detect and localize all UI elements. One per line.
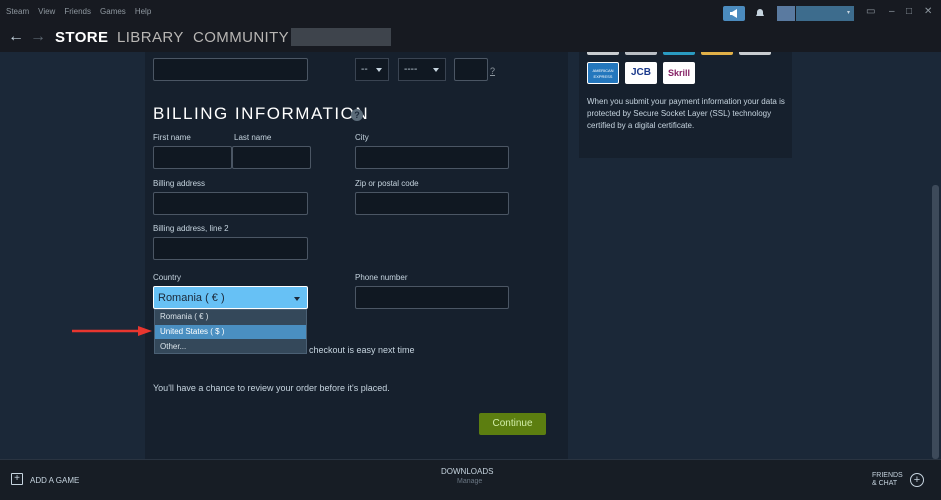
announcement-button[interactable]: [723, 6, 745, 21]
account-menu[interactable]: ▾: [796, 6, 854, 21]
city-input[interactable]: [355, 146, 509, 169]
country-dropdown: Romania ( € ) United States ( $ ) Other.…: [154, 309, 307, 354]
zip-label: Zip or postal code: [355, 179, 419, 188]
city-label: City: [355, 133, 369, 142]
add-game-icon[interactable]: +: [11, 473, 23, 485]
chevron-down-icon: [433, 68, 439, 72]
card-icon: [587, 52, 619, 55]
zip-input[interactable]: [355, 192, 509, 215]
expiry-year-select[interactable]: ----: [398, 58, 446, 81]
chat-label: & CHAT: [872, 480, 898, 487]
notification-button[interactable]: [754, 6, 768, 21]
add-game-button[interactable]: ADD A GAME: [30, 476, 79, 485]
security-code-input[interactable]: [454, 58, 488, 81]
card-icon: [663, 52, 695, 55]
chevron-down-icon: ▾: [846, 10, 850, 16]
chevron-down-icon: [294, 297, 300, 301]
phone-label: Phone number: [355, 273, 408, 282]
menu-games[interactable]: Games: [100, 7, 126, 16]
last-name-label: Last name: [234, 133, 272, 142]
friends-chat-button[interactable]: FRIENDS & CHAT: [872, 472, 903, 488]
billing-heading: BILLING INFORMATION: [153, 104, 370, 123]
phone-input[interactable]: [355, 286, 509, 309]
forward-arrow-icon[interactable]: →: [30, 28, 46, 46]
avatar[interactable]: [777, 6, 795, 21]
minimize-button[interactable]: –: [889, 6, 895, 17]
nav-library[interactable]: LIBRARY: [117, 29, 184, 46]
menu-bar: Steam View Friends Games Help: [6, 7, 151, 16]
expiry-month-value: --: [361, 64, 368, 75]
save-payment-text: checkout is easy next time: [309, 345, 415, 355]
country-select-value: Romania ( € ): [158, 292, 225, 304]
card-icon: [739, 52, 771, 55]
country-option-united-states[interactable]: United States ( $ ): [155, 325, 306, 339]
nav-store[interactable]: STORE: [55, 29, 108, 46]
screenshot-icon[interactable]: ▭: [866, 6, 875, 17]
menu-help[interactable]: Help: [135, 7, 151, 16]
nav-bar: ← → STORE LIBRARY COMMUNITY: [0, 23, 941, 52]
friends-add-icon[interactable]: +: [910, 473, 924, 487]
maximize-button[interactable]: □: [906, 6, 912, 17]
country-option-other[interactable]: Other...: [155, 340, 306, 354]
downloads-button[interactable]: DOWNLOADS: [441, 467, 493, 476]
menu-view[interactable]: View: [38, 7, 55, 16]
menu-friends[interactable]: Friends: [64, 7, 91, 16]
menu-steam[interactable]: Steam: [6, 7, 29, 16]
card-icon: [701, 52, 733, 55]
red-arrow-icon: [72, 326, 152, 336]
card-number-input[interactable]: [153, 58, 308, 81]
notification-icon: [756, 9, 764, 16]
expiry-month-select[interactable]: --: [355, 58, 389, 81]
ssl-info-text: When you submit your payment information…: [587, 97, 785, 130]
country-select[interactable]: Romania ( € ): [153, 286, 308, 309]
megaphone-icon: [730, 9, 737, 18]
help-icon[interactable]: ?: [351, 109, 363, 121]
title-bar: Steam View Friends Games Help ▾ ▭ – □ ✕: [0, 0, 941, 23]
billing-address-input[interactable]: [153, 192, 308, 215]
friends-label: FRIENDS: [872, 472, 903, 479]
security-code-help-link[interactable]: ?: [490, 66, 495, 76]
first-name-label: First name: [153, 133, 191, 142]
expiry-year-value: ----: [404, 64, 418, 75]
country-label: Country: [153, 273, 182, 282]
billing-address2-label: Billing address, line 2: [153, 224, 229, 233]
scrollbar-thumb[interactable]: [932, 185, 939, 459]
country-option-romania[interactable]: Romania ( € ): [155, 310, 306, 324]
close-button[interactable]: ✕: [924, 6, 932, 17]
last-name-input[interactable]: [232, 146, 311, 169]
jcb-icon: JCB: [625, 62, 657, 84]
nav-community[interactable]: COMMUNITY: [193, 29, 289, 46]
billing-address-label: Billing address: [153, 179, 206, 188]
amex-icon: AMERICAN EXPRESS: [587, 62, 619, 84]
continue-button[interactable]: Continue: [479, 413, 546, 435]
downloads-manage-label: Manage: [457, 478, 483, 485]
chevron-down-icon: [376, 68, 382, 72]
skrill-icon: Skrill: [663, 62, 695, 84]
card-icon: [625, 52, 657, 55]
billing-address2-input[interactable]: [153, 237, 308, 260]
nav-username-tab[interactable]: [291, 28, 391, 46]
back-arrow-icon[interactable]: ←: [8, 28, 24, 46]
first-name-input[interactable]: [153, 146, 232, 169]
review-order-text: You'll have a chance to review your orde…: [153, 383, 390, 393]
